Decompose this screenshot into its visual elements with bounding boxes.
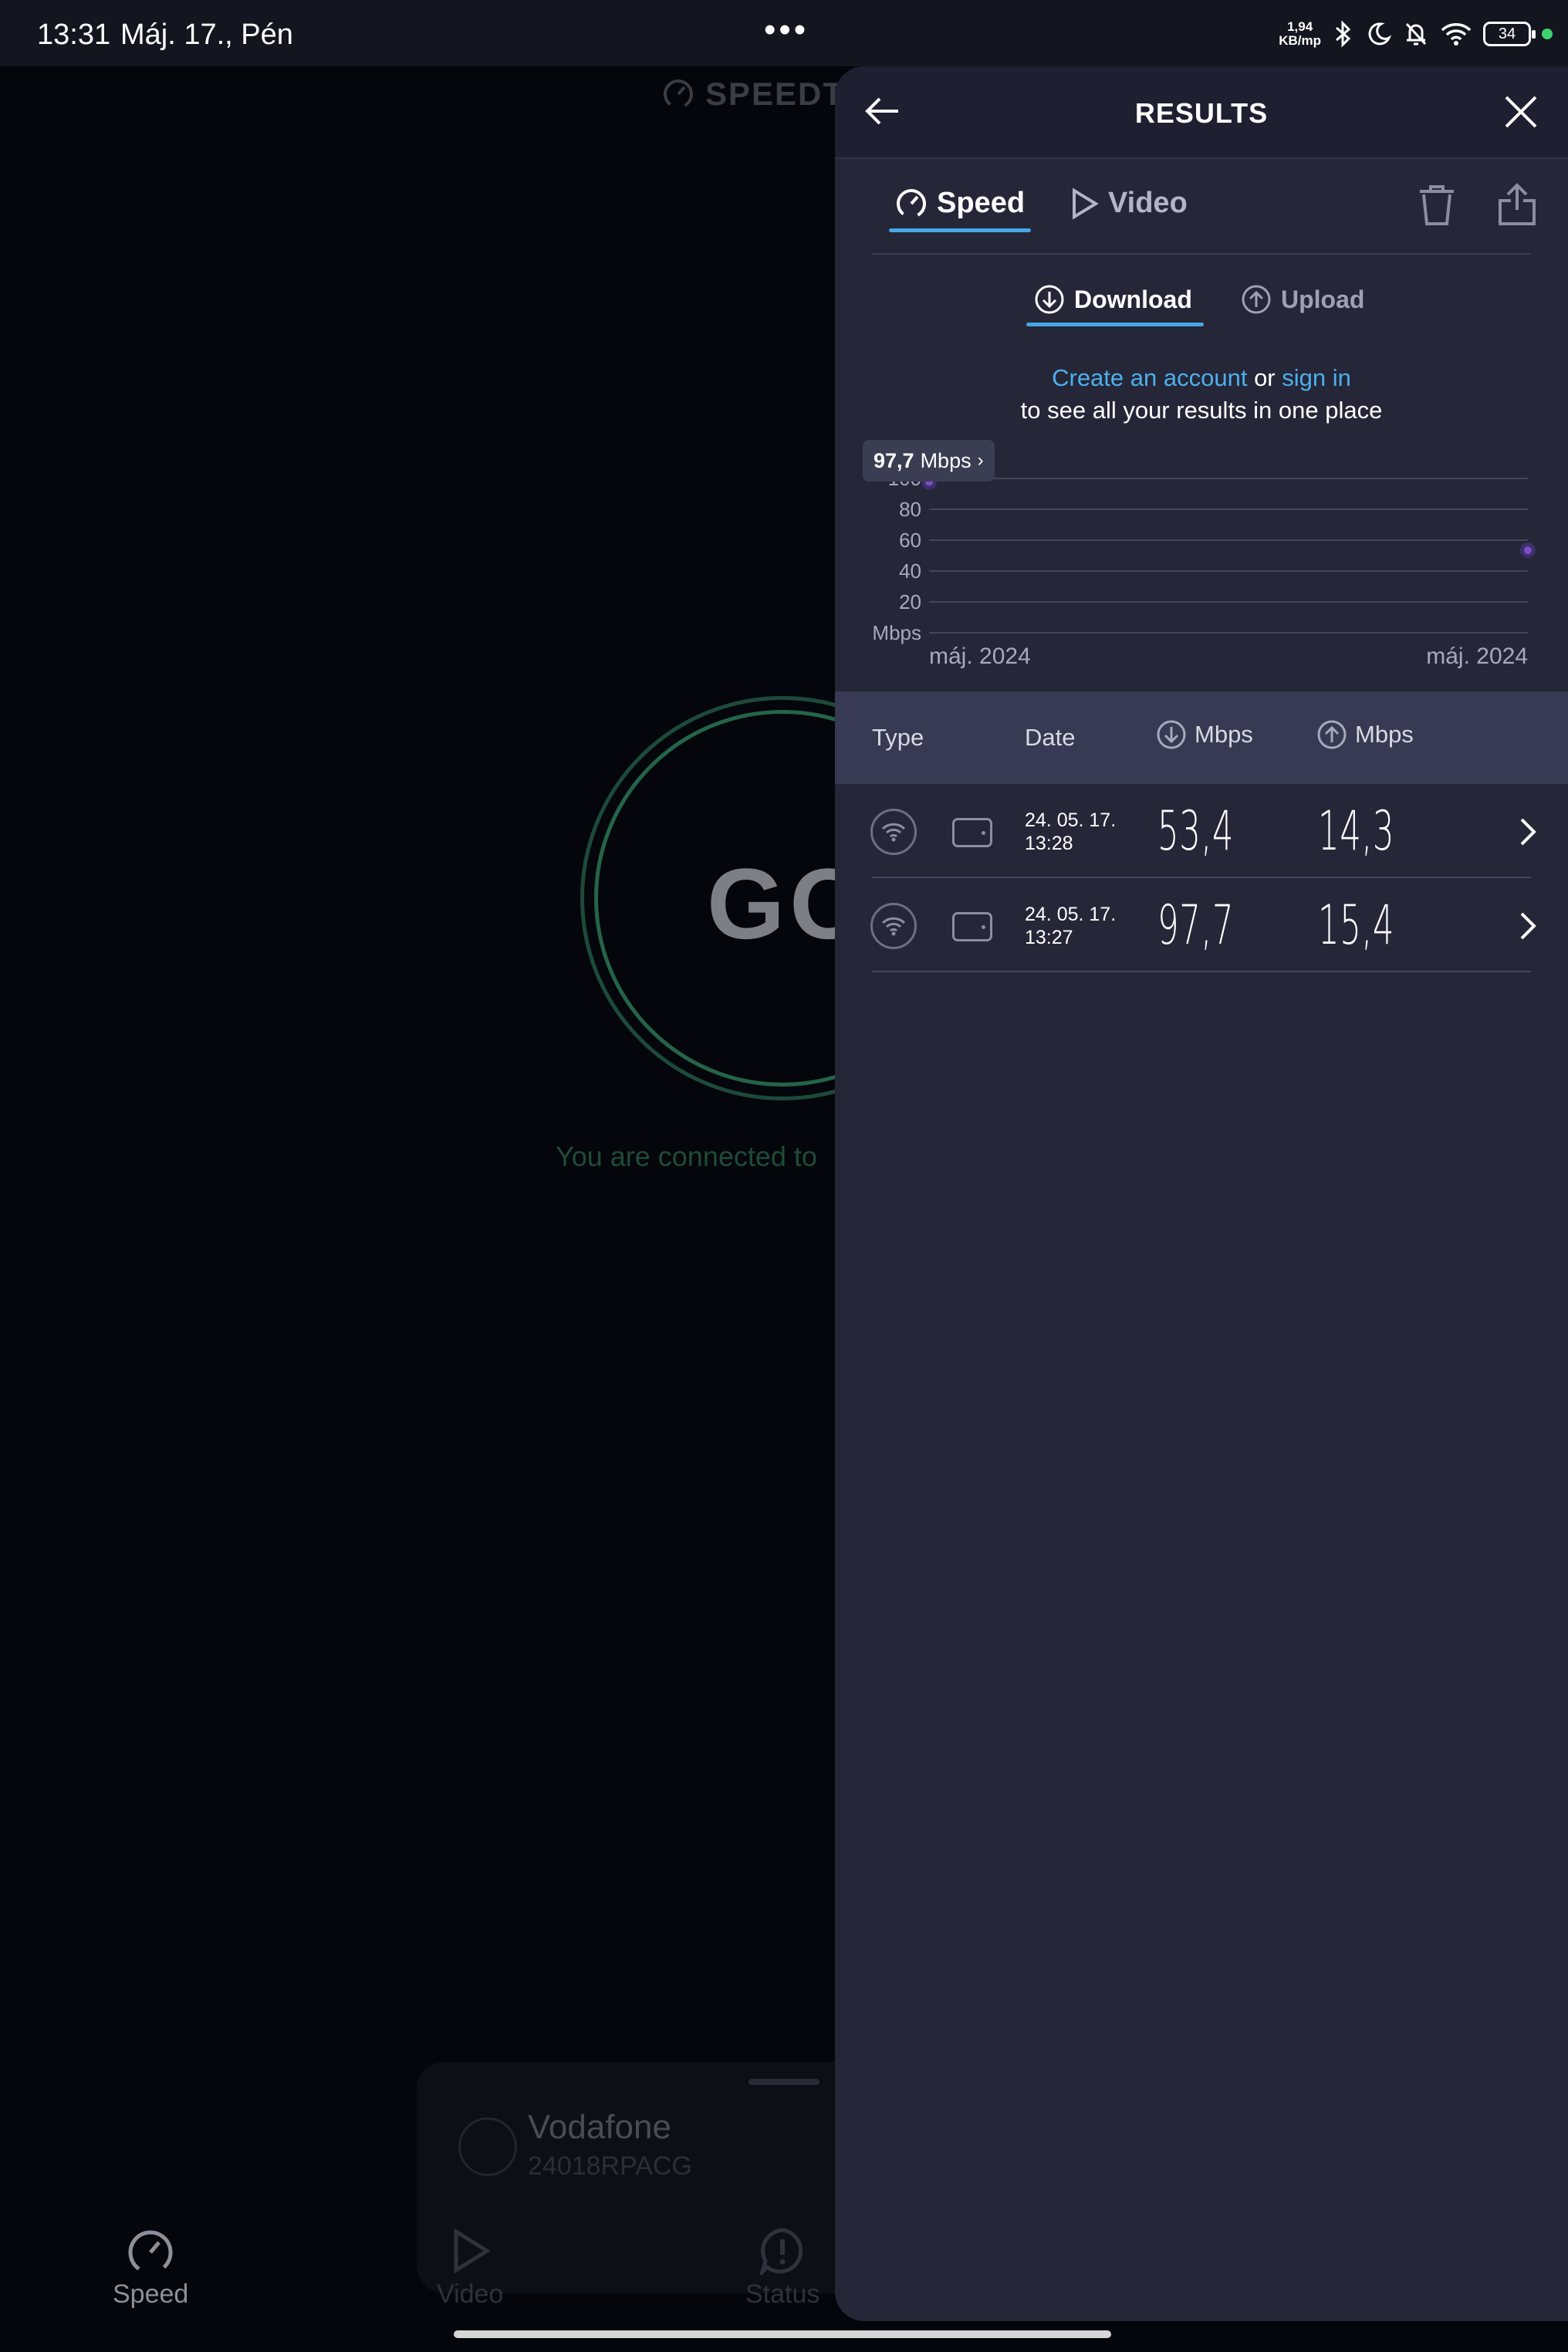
upload-icon [1317, 720, 1347, 749]
wifi-type-icon [870, 903, 917, 949]
chevron-right-icon: › [977, 450, 984, 471]
table-row[interactable]: 24. 05. 17. 13:28 53,4 14,3 [835, 786, 1568, 880]
chart-y-tick-label: 60 [899, 529, 921, 552]
nav-status[interactable]: Status [745, 2227, 819, 2310]
chart-y-tick-label: 20 [899, 590, 921, 613]
app-logo: SPEEDT [662, 76, 844, 113]
more-dots-icon[interactable]: ••• [764, 11, 809, 49]
alert-icon [759, 2228, 803, 2275]
header-type: Type [872, 724, 924, 751]
row-date: 24. 05. 17. 13:27 [1025, 904, 1117, 948]
privacy-indicator-dot [1542, 29, 1553, 39]
provider-wifi-icon [458, 2117, 517, 2176]
status-time: 13:31 [37, 19, 111, 51]
chart-y-tick-label: 80 [899, 498, 921, 521]
chevron-right-icon[interactable] [1519, 816, 1539, 847]
wifi-type-icon [870, 809, 917, 855]
status-icons: 1,94 KB/mp 34 [1279, 20, 1553, 48]
chart-y-tick-label: 40 [899, 559, 921, 583]
wifi-icon [1441, 23, 1472, 46]
bluetooth-icon [1336, 20, 1351, 48]
status-date: Máj. 17., Pén [120, 19, 293, 51]
header-download: Mbps [1156, 719, 1253, 750]
row-download: 97,7 [1157, 894, 1235, 957]
header-upload: Mbps [1316, 719, 1414, 750]
network-speed: 1,94 KB/mp [1279, 19, 1321, 48]
results-chart: 10080604020Mbpsmáj. 2024máj. 2024 [872, 467, 1536, 669]
nav-speed[interactable]: Speed [113, 2227, 188, 2310]
tablet-icon [952, 912, 992, 941]
table-row[interactable]: 24. 05. 17. 13:27 97,7 15,4 [835, 880, 1568, 974]
row-date: 24. 05. 17. 13:28 [1025, 809, 1117, 854]
drag-handle[interactable] [749, 2079, 819, 2085]
chevron-right-icon[interactable] [1519, 911, 1539, 941]
chart-x-tick-label: máj. 2024 [1426, 644, 1528, 669]
chart-tooltip[interactable]: 97,7 Mbps › [863, 440, 995, 482]
row-upload: 14,3 [1318, 799, 1395, 863]
provider-name: Vodafone [528, 2108, 671, 2146]
nav-video[interactable]: Video [437, 2227, 503, 2310]
play-icon [454, 2228, 491, 2274]
battery-icon: 34 [1483, 22, 1536, 46]
chart-y-axis-label: Mbps [872, 621, 921, 644]
provider-device: 24018RPACG [528, 2151, 692, 2181]
speedometer-icon [664, 79, 693, 109]
connection-text: You are connected to [556, 1141, 817, 1172]
download-icon [1157, 720, 1186, 749]
chart-point [1524, 546, 1532, 555]
home-indicator[interactable] [454, 2330, 1111, 2338]
speedometer-icon [128, 2230, 173, 2275]
tablet-icon [952, 818, 992, 847]
bell-off-icon [1405, 22, 1427, 46]
results-panel: RESULTS Speed Video Download Upload Crea… [835, 66, 1568, 2321]
row-upload: 15,4 [1318, 894, 1395, 957]
tooltip-unit: Mbps [920, 448, 972, 472]
chart-x-tick-label: máj. 2024 [929, 644, 1031, 669]
row-download: 53,4 [1157, 799, 1235, 863]
row-divider [872, 971, 1531, 972]
header-date: Date [1025, 724, 1076, 751]
tooltip-value: 97,7 [874, 448, 914, 472]
moon-icon [1368, 22, 1392, 46]
row-divider [872, 877, 1531, 878]
